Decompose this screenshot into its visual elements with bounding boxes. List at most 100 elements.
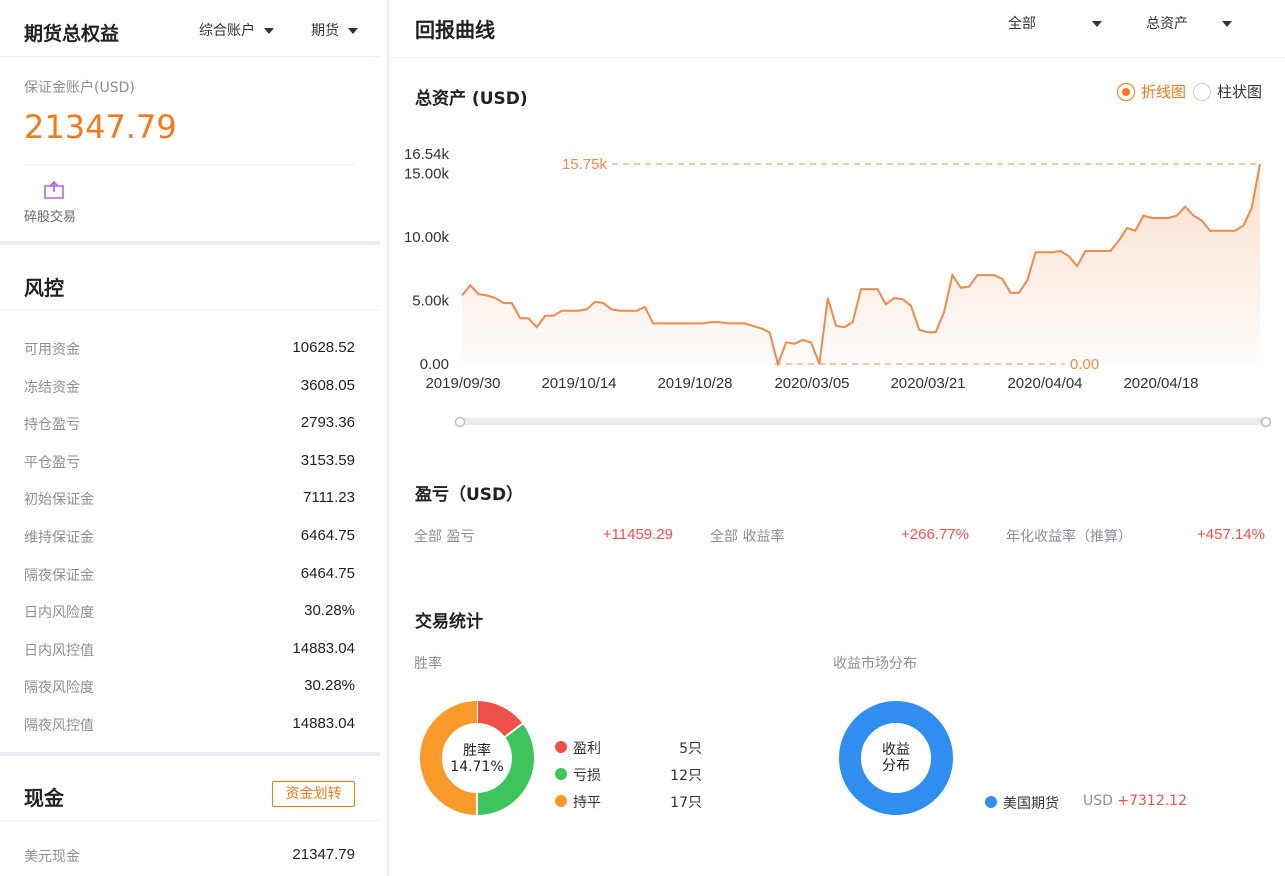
type-dropdown[interactable]: 期货 xyxy=(311,20,358,40)
x-tick-label: 2019/10/28 xyxy=(657,375,732,392)
win-rate-center: 胜率 14.71% xyxy=(447,743,507,775)
loss-dot-icon xyxy=(555,768,567,780)
risk-row: 可用资金 10628.52 xyxy=(24,339,355,359)
legend-flat: 持平 xyxy=(555,792,601,811)
x-tick-label: 2020/04/04 xyxy=(1007,375,1082,392)
odd-lot-trade-icon xyxy=(44,180,64,199)
equity-header: 期货总权益 综合账户 期货 xyxy=(0,0,380,57)
risk-row-label: 维持保证金 xyxy=(24,530,94,546)
risk-row-label: 日内风险度 xyxy=(24,605,94,622)
win-rate-center-value: 14.71% xyxy=(450,759,504,775)
pl-total-label: 全部 盈亏 xyxy=(414,526,474,546)
cash-title: 现金 xyxy=(24,786,64,810)
x-tick-label: 2020/03/21 xyxy=(890,375,965,392)
max-value-label: 15.75k xyxy=(562,156,608,173)
risk-row-value: 30.28% xyxy=(304,677,355,695)
flat-dot-icon xyxy=(555,795,567,807)
pl-total-value: +11459.29 xyxy=(602,526,673,543)
market-center: 收益 分布 xyxy=(866,742,926,774)
line-chart-label: 折线图 xyxy=(1141,83,1187,101)
risk-row-value: 10628.52 xyxy=(292,339,355,356)
risk-row-label: 可用资金 xyxy=(24,342,80,358)
account-dropdown[interactable]: 综合账户 xyxy=(199,20,274,40)
risk-row-value: 3608.05 xyxy=(300,376,355,394)
pl-label: 年化收益率（推算） xyxy=(1006,529,1132,545)
section-divider xyxy=(0,241,380,245)
risk-row: 持仓盈亏 2793.36 xyxy=(24,414,355,434)
range-slider-handle-right xyxy=(1260,416,1272,428)
risk-row-value: 6464.75 xyxy=(300,527,355,544)
donut-slice xyxy=(476,701,523,738)
legend-flat-count: 17只 xyxy=(670,795,702,811)
cash-row-value: 21347.79 xyxy=(292,846,355,863)
risk-row-label: 隔夜保证金 xyxy=(24,567,94,584)
risk-row-label: 日内风控值 xyxy=(24,642,94,659)
right-panel: 回报曲线 全部 总资产 总资产 (USD) 折线图 柱状图 0.00 5.00k 1… xyxy=(389,0,1285,876)
x-tick-label: 2019/09/30 xyxy=(425,375,500,392)
bar-chart-radio[interactable]: 柱状图 xyxy=(1193,81,1262,102)
y-tick-label: 0.00 xyxy=(420,356,449,373)
range-slider-handle-left xyxy=(454,416,466,428)
win-rate-center-label: 胜率 xyxy=(463,743,491,759)
legend-label: 亏损 xyxy=(573,768,601,784)
risk-row-value: 14883.04 xyxy=(292,639,355,657)
metric-dropdown-label: 总资产 xyxy=(1146,16,1188,32)
risk-row-label: 冻结资金 xyxy=(24,379,80,396)
risk-row: 日内风控值 14883.04 xyxy=(24,640,355,660)
risk-row-value: 14883.04 xyxy=(292,715,355,732)
radio-empty-icon xyxy=(1193,82,1211,101)
risk-row: 冻结资金 3608.05 xyxy=(24,377,355,397)
risk-row-value: 6464.75 xyxy=(300,564,355,582)
x-tick-label: 2019/10/14 xyxy=(541,375,616,392)
market-center-line2: 分布 xyxy=(882,758,910,774)
risk-row-value: 30.28% xyxy=(304,602,355,620)
legend-profit-count: 5只 xyxy=(679,741,702,757)
chart-title: 总资产 (USD) xyxy=(415,89,528,109)
market-dot-icon xyxy=(985,796,997,808)
legend-profit: 盈利 xyxy=(555,738,601,757)
risk-row: 日内风险度 30.28% xyxy=(24,602,355,622)
line-chart-radio[interactable]: 折线图 xyxy=(1117,81,1186,102)
radio-selected-icon xyxy=(1117,82,1135,101)
market-center-line1: 收益 xyxy=(882,742,910,758)
y-tick-label: 16.54k xyxy=(404,146,450,163)
fund-transfer-button[interactable]: 资金划转 xyxy=(272,781,355,807)
risk-row-value: 3153.59 xyxy=(300,451,355,469)
left-panel: 期货总权益 综合账户 期货 保证金账户(USD) 21347.79 碎股交易 风… xyxy=(0,0,380,876)
chevron-down-icon xyxy=(264,28,274,34)
metric-dropdown[interactable]: 总资产 xyxy=(1146,13,1232,33)
min-value-label: 0.00 xyxy=(1070,356,1099,373)
risk-row: 隔夜保证金 6464.75 xyxy=(24,565,355,585)
legend-us-futures-value: USD +7312.12 xyxy=(1083,793,1187,811)
pl-label: 全部 盈亏 xyxy=(414,529,475,545)
risk-row: 隔夜风控值 14883.04 xyxy=(24,715,355,735)
range-slider-track xyxy=(460,418,1266,425)
pl-annual-label: 年化收益率（推算） xyxy=(1006,526,1132,546)
odd-lot-label: 碎股交易 xyxy=(24,210,77,225)
win-rate-label: 胜率 xyxy=(414,656,442,672)
risk-row: 初始保证金 7111.23 xyxy=(24,489,355,509)
legend-currency: USD xyxy=(1083,793,1113,809)
risk-row: 隔夜风险度 30.28% xyxy=(24,677,355,697)
y-tick-label: 5.00k xyxy=(412,293,449,310)
legend-us-futures: 美国期货 xyxy=(985,793,1059,812)
cash-row-label: 美元现金 xyxy=(24,849,80,865)
divider xyxy=(389,57,1285,58)
risk-row-value: 7111.23 xyxy=(303,489,355,507)
risk-row-label: 隔夜风险度 xyxy=(24,680,94,697)
risk-row-label: 持仓盈亏 xyxy=(24,417,80,434)
range-dropdown[interactable]: 全部 xyxy=(1008,13,1102,33)
pl-annual-value: +457.14% xyxy=(1197,526,1265,543)
chevron-down-icon xyxy=(1092,21,1102,27)
legend-label: 盈利 xyxy=(573,741,601,757)
risk-row-label: 隔夜风控值 xyxy=(24,718,94,734)
risk-row-label: 初始保证金 xyxy=(24,492,94,509)
series-area xyxy=(462,164,1260,364)
x-tick-label: 2020/03/05 xyxy=(774,375,849,392)
pl-return-label: 全部 收益率 xyxy=(710,526,784,546)
risk-row: 维持保证金 6464.75 xyxy=(24,527,355,547)
return-curve-title: 回报曲线 xyxy=(415,18,495,42)
divider xyxy=(0,309,380,310)
legend-loss: 亏损 xyxy=(555,765,601,784)
pl-label: 全部 收益率 xyxy=(710,529,785,545)
